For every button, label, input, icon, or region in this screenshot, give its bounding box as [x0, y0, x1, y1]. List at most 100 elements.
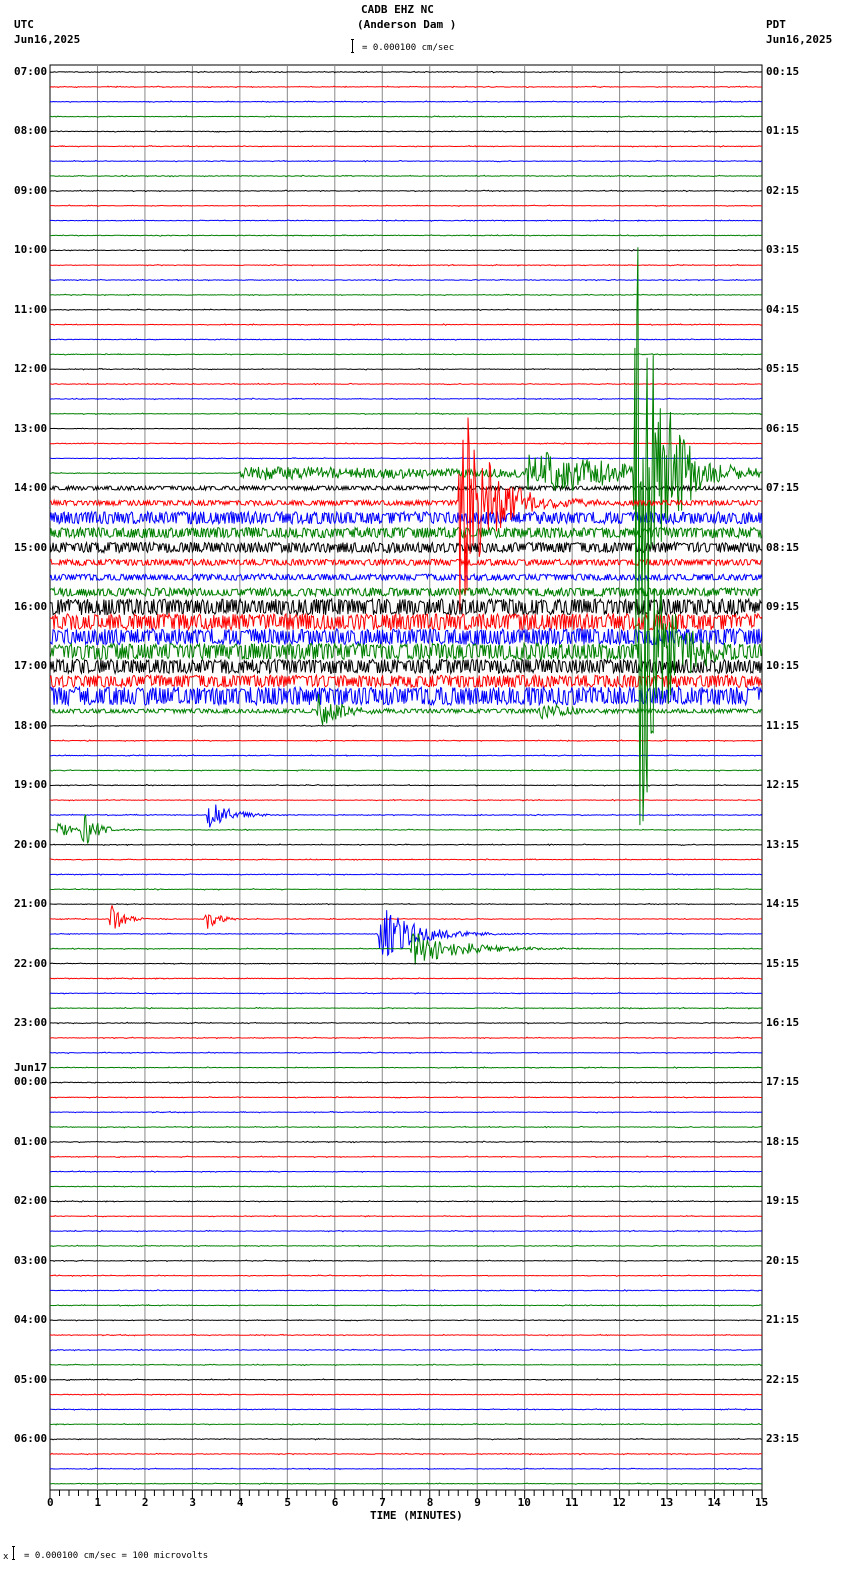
x-tick-label: 7 [379, 1496, 386, 1509]
seismic-trace [50, 144, 762, 148]
utc-hour-label: 22:00 [14, 956, 48, 970]
seismic-trace [50, 1036, 762, 1040]
seismic-trace [50, 888, 762, 891]
seismic-trace [50, 1229, 762, 1233]
seismic-trace [50, 1081, 762, 1084]
pdt-hour-label: 13:15 [766, 837, 800, 851]
utc-hour-label: 23:00 [14, 1016, 48, 1030]
pdt-hour-label: 19:15 [766, 1194, 800, 1208]
seismic-trace [50, 510, 762, 526]
utc-hour-label: 15:00 [14, 540, 48, 554]
utc-hour-label: 21:00 [14, 897, 48, 911]
seismic-trace [50, 1348, 762, 1352]
utc-hour-label: 02:00 [14, 1194, 48, 1208]
x-tick-label: 0 [47, 1496, 54, 1509]
pdt-hour-label: 04:15 [766, 302, 800, 316]
seismic-trace [50, 1304, 762, 1307]
pdt-hour-label: 06:15 [766, 421, 800, 435]
seismic-trace [50, 843, 762, 847]
seismic-trace [50, 1467, 762, 1471]
utc-hour-label: 01:00 [14, 1134, 48, 1148]
seismic-trace [50, 739, 762, 743]
seismic-trace [50, 85, 762, 89]
x-tick-label: 4 [236, 1496, 244, 1509]
seismic-trace [50, 397, 762, 401]
seismic-trace [50, 1408, 762, 1411]
pdt-hour-label: 02:15 [766, 183, 800, 197]
seismic-trace [50, 991, 762, 995]
seismic-trace [50, 804, 762, 828]
utc-hour-label: 20:00 [14, 837, 48, 851]
date-change-label: Jun17 [14, 1061, 48, 1075]
pdt-hour-label: 22:15 [766, 1372, 800, 1386]
seismic-trace [50, 174, 762, 178]
seismic-trace [50, 540, 762, 555]
utc-hour-label: 13:00 [14, 421, 48, 435]
seismic-trace [50, 784, 762, 787]
pdt-hour-label: 14:15 [766, 897, 800, 911]
pdt-hour-label: 12:15 [766, 778, 800, 792]
seismic-trace [50, 293, 762, 297]
seismic-trace [50, 1110, 762, 1114]
seismic-trace [50, 1185, 762, 1188]
pdt-hour-label: 20:15 [766, 1253, 800, 1267]
seismic-trace [50, 189, 762, 193]
seismic-trace [50, 1051, 762, 1055]
seismic-trace [50, 1140, 762, 1144]
seismic-trace [50, 962, 762, 965]
pdt-hour-label: 10:15 [766, 659, 800, 673]
seismic-trace [50, 526, 762, 540]
x-tick-label: 2 [141, 1496, 149, 1509]
utc-hour-label: 05:00 [14, 1372, 48, 1386]
seismic-trace [50, 902, 762, 906]
seismic-trace [50, 586, 762, 598]
x-tick-label: 3 [189, 1496, 197, 1509]
seismic-trace [50, 219, 762, 223]
seismic-trace [50, 130, 762, 133]
seismic-trace [50, 769, 762, 772]
utc-hour-label: 03:00 [14, 1253, 48, 1267]
seismic-trace [50, 685, 762, 707]
seismic-trace [50, 858, 762, 861]
seismic-trace [50, 572, 762, 582]
pdt-hour-label: 03:15 [766, 243, 800, 257]
seismic-trace [50, 427, 762, 430]
seismic-trace [50, 1006, 762, 1010]
seismic-trace [50, 1378, 762, 1382]
seismic-trace [50, 308, 762, 312]
plot-frame [49, 64, 763, 1491]
seismic-trace [50, 1066, 762, 1069]
seismic-trace [50, 597, 762, 617]
pdt-hour-label: 00:15 [766, 65, 800, 78]
pdt-hour-label: 18:15 [766, 1134, 800, 1148]
seismic-trace [50, 977, 762, 980]
x-tick-label: 15 [755, 1496, 769, 1509]
helicorder-plot [49, 64, 763, 1499]
seismic-trace [50, 278, 762, 282]
seismic-trace [50, 1437, 762, 1441]
utc-hour-label: 11:00 [14, 302, 48, 316]
seismic-trace [50, 932, 762, 965]
seismic-trace [50, 338, 762, 341]
seismic-trace [50, 558, 762, 567]
seismic-trace [50, 382, 762, 386]
seismic-trace [50, 323, 762, 326]
seismic-trace [50, 612, 762, 632]
seismic-trace [50, 412, 762, 416]
seismic-trace [50, 115, 762, 118]
seismic-trace [50, 1393, 762, 1396]
seismic-trace [50, 724, 762, 728]
pdt-hour-label: 17:15 [766, 1075, 800, 1089]
footer-scale-text: = 0.000100 cm/sec = 100 microvolts [24, 1551, 209, 1561]
seismic-trace [50, 204, 762, 208]
utc-hour-label: 18:00 [14, 718, 48, 732]
utc-hour-label: 00:00 [14, 1075, 48, 1089]
x-tick-label: 11 [565, 1496, 579, 1509]
pdt-hour-label: 11:15 [766, 718, 800, 732]
pdt-hour-label: 09:15 [766, 599, 800, 613]
seismic-trace [50, 1125, 762, 1129]
seismic-trace [50, 1289, 762, 1292]
footer-prefix: x [3, 1552, 9, 1562]
seismic-trace [50, 1452, 762, 1456]
seismic-trace [50, 1214, 762, 1218]
